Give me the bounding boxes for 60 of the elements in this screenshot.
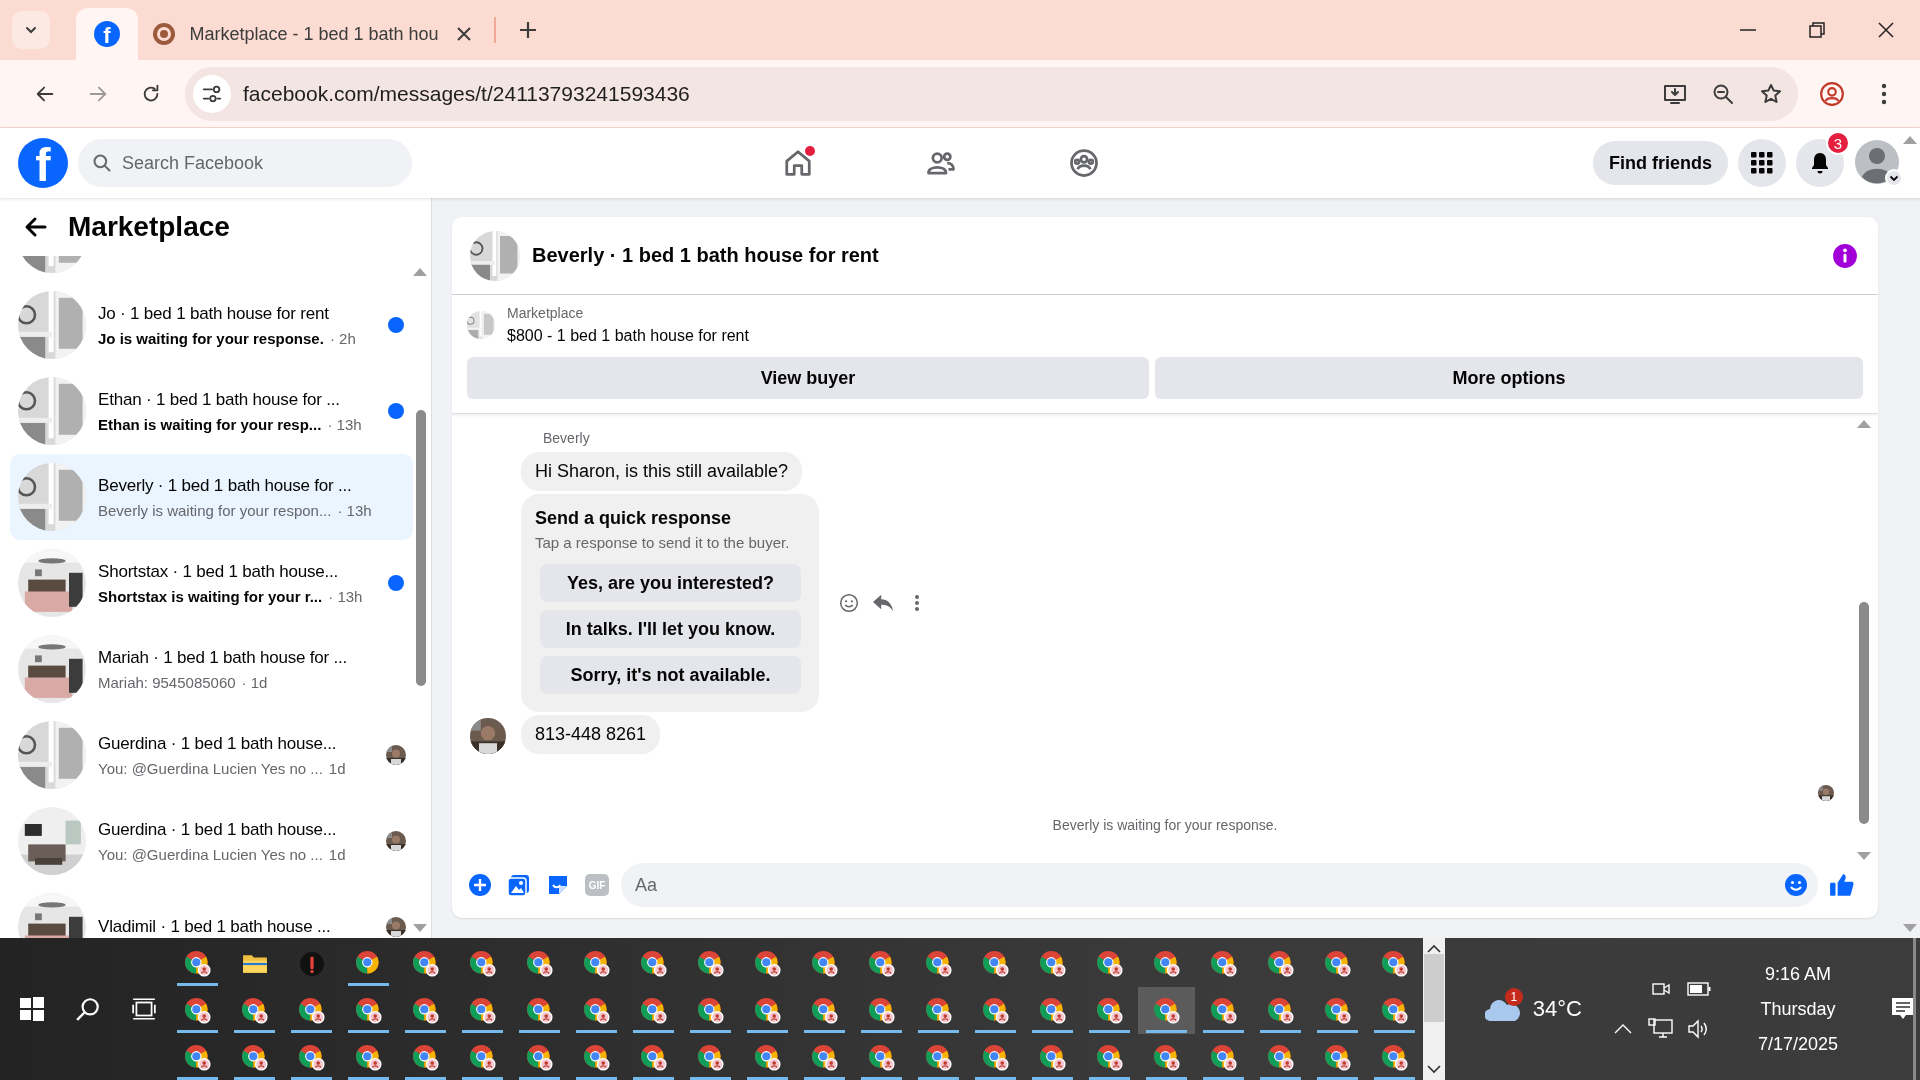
address-bar[interactable]: facebook.com/messages/t/24113793241593436 bbox=[185, 66, 1798, 121]
conversation-title: Guerdina · 1 bed 1 bath house... bbox=[98, 819, 338, 840]
browser-tab[interactable]: Marketplace - 1 bed 1 bath hou bbox=[138, 8, 486, 60]
search-field[interactable]: Search Facebook bbox=[78, 139, 412, 187]
url-text: facebook.com/messages/t/24113793241593436 bbox=[243, 81, 691, 106]
timestamp: 1d bbox=[328, 759, 346, 777]
conversation-title: Mariah · 1 bed 1 bath house for ... bbox=[98, 647, 349, 668]
timestamp: · 2h bbox=[329, 329, 356, 347]
conversation-title: Beverly · 1 bed 1 bath house for ... bbox=[98, 475, 353, 496]
message-bubble: Hi Sharon, is this still available? bbox=[521, 452, 803, 491]
find-friends-button[interactable]: Find friends bbox=[1593, 141, 1728, 185]
clock-time: 9:16 AM bbox=[1764, 963, 1831, 985]
card-title: Send a quick response bbox=[535, 508, 733, 529]
clock-day: Thursday bbox=[1760, 998, 1836, 1020]
sender-name: Beverly bbox=[543, 430, 591, 446]
conversation-title: Vladimil · 1 bed 1 bath house ... bbox=[98, 917, 332, 937]
more-options-button[interactable]: More options bbox=[1155, 357, 1863, 399]
conversation-title: Ethan · 1 bed 1 bath house for ... bbox=[98, 389, 341, 410]
conversation-item[interactable]: Guerdina · 1 bed 1 bath house... You: @Guerdina Lucien Yes no ... 1d bbox=[10, 712, 413, 798]
facebook-logo[interactable]: f bbox=[18, 138, 68, 188]
message-preview: Ethan is waiting for your resp... bbox=[98, 415, 322, 433]
temperature: 34°C bbox=[1532, 996, 1582, 1022]
conversation-title: Jo · 1 bed 1 bath house for rent bbox=[98, 303, 330, 324]
timestamp: · 13h bbox=[337, 501, 372, 519]
browser-tab[interactable]: f bbox=[76, 8, 138, 60]
card-subtitle: Tap a response to send it to the buyer. bbox=[535, 534, 791, 551]
chat-title: Beverly · 1 bed 1 bath house for rent bbox=[532, 244, 880, 267]
conversation-item[interactable]: Mariah · 1 bed 1 bath house for ... Mariah: 9545085060 · 1d bbox=[10, 626, 413, 712]
quick-reply-button[interactable]: In talks. I'll let you know. bbox=[540, 610, 801, 648]
message-preview: You: @Guerdina Lucien Yes no ... bbox=[98, 759, 323, 777]
message-field[interactable]: Aa bbox=[621, 863, 1818, 907]
quick-reply-button[interactable]: Yes, are you interested? bbox=[540, 564, 801, 602]
facebook-logo: f bbox=[94, 21, 120, 47]
status-text: Beverly is waiting for your response. bbox=[1051, 817, 1279, 833]
message-preview: Beverly is waiting for your respon... bbox=[98, 501, 332, 519]
message-preview: Mariah: 9545085060 bbox=[98, 673, 236, 691]
conversation-title: Shortstax · 1 bed 1 bath house... bbox=[98, 561, 340, 582]
message-preview: You: @Guerdina Lucien Yes no ... bbox=[98, 845, 323, 863]
conversation-item[interactable]: Guerdina · 1 bed 1 bath house... You: @Guerdina Lucien Yes no ... 1d bbox=[10, 798, 413, 884]
timestamp: · 13h bbox=[328, 587, 363, 605]
timestamp: 1d bbox=[328, 845, 346, 863]
clock-date: 7/17/2025 bbox=[1757, 1033, 1839, 1055]
quick-reply-button[interactable]: Sorry, it's not available. bbox=[540, 656, 801, 694]
listing-title: $800 - 1 bed 1 bath house for rent bbox=[507, 327, 749, 345]
clock-button[interactable]: 9:16 AM Thursday 7/17/2025 bbox=[1738, 963, 1858, 1055]
conversation-item[interactable]: Ethan · 1 bed 1 bath house for ... Ethan is waiting for your resp... · 13h bbox=[10, 368, 413, 454]
timestamp: · 1d bbox=[241, 673, 268, 691]
conversation-item[interactable]: Jo · 1 bed 1 bath house for rent Jo is waiting for your response. · 2h bbox=[10, 282, 413, 368]
conversation-title: Guerdina · 1 bed 1 bath house... bbox=[98, 733, 338, 754]
listing-source: Marketplace bbox=[507, 305, 585, 321]
notification-badge: 1 bbox=[1504, 988, 1523, 1006]
timestamp: · 13h bbox=[327, 415, 362, 433]
view-buyer-button[interactable]: View buyer bbox=[467, 357, 1149, 399]
conversation-item[interactable]: Shortstax · 1 bed 1 bath house... Shortstax is waiting for your r... · 13h bbox=[10, 540, 413, 626]
message-preview: Shortstax is waiting for your r... bbox=[98, 587, 323, 605]
sidebar-title: Marketplace bbox=[68, 211, 230, 243]
conversation-item[interactable]: Beverly · 1 bed 1 bath house for ... Beverly is waiting for your respon... · 13h bbox=[10, 454, 413, 540]
notification-badge: 3 bbox=[1826, 131, 1850, 155]
message-bubble: 813-448 8261 bbox=[521, 715, 661, 754]
message-preview: Jo is waiting for your response. bbox=[98, 329, 324, 347]
